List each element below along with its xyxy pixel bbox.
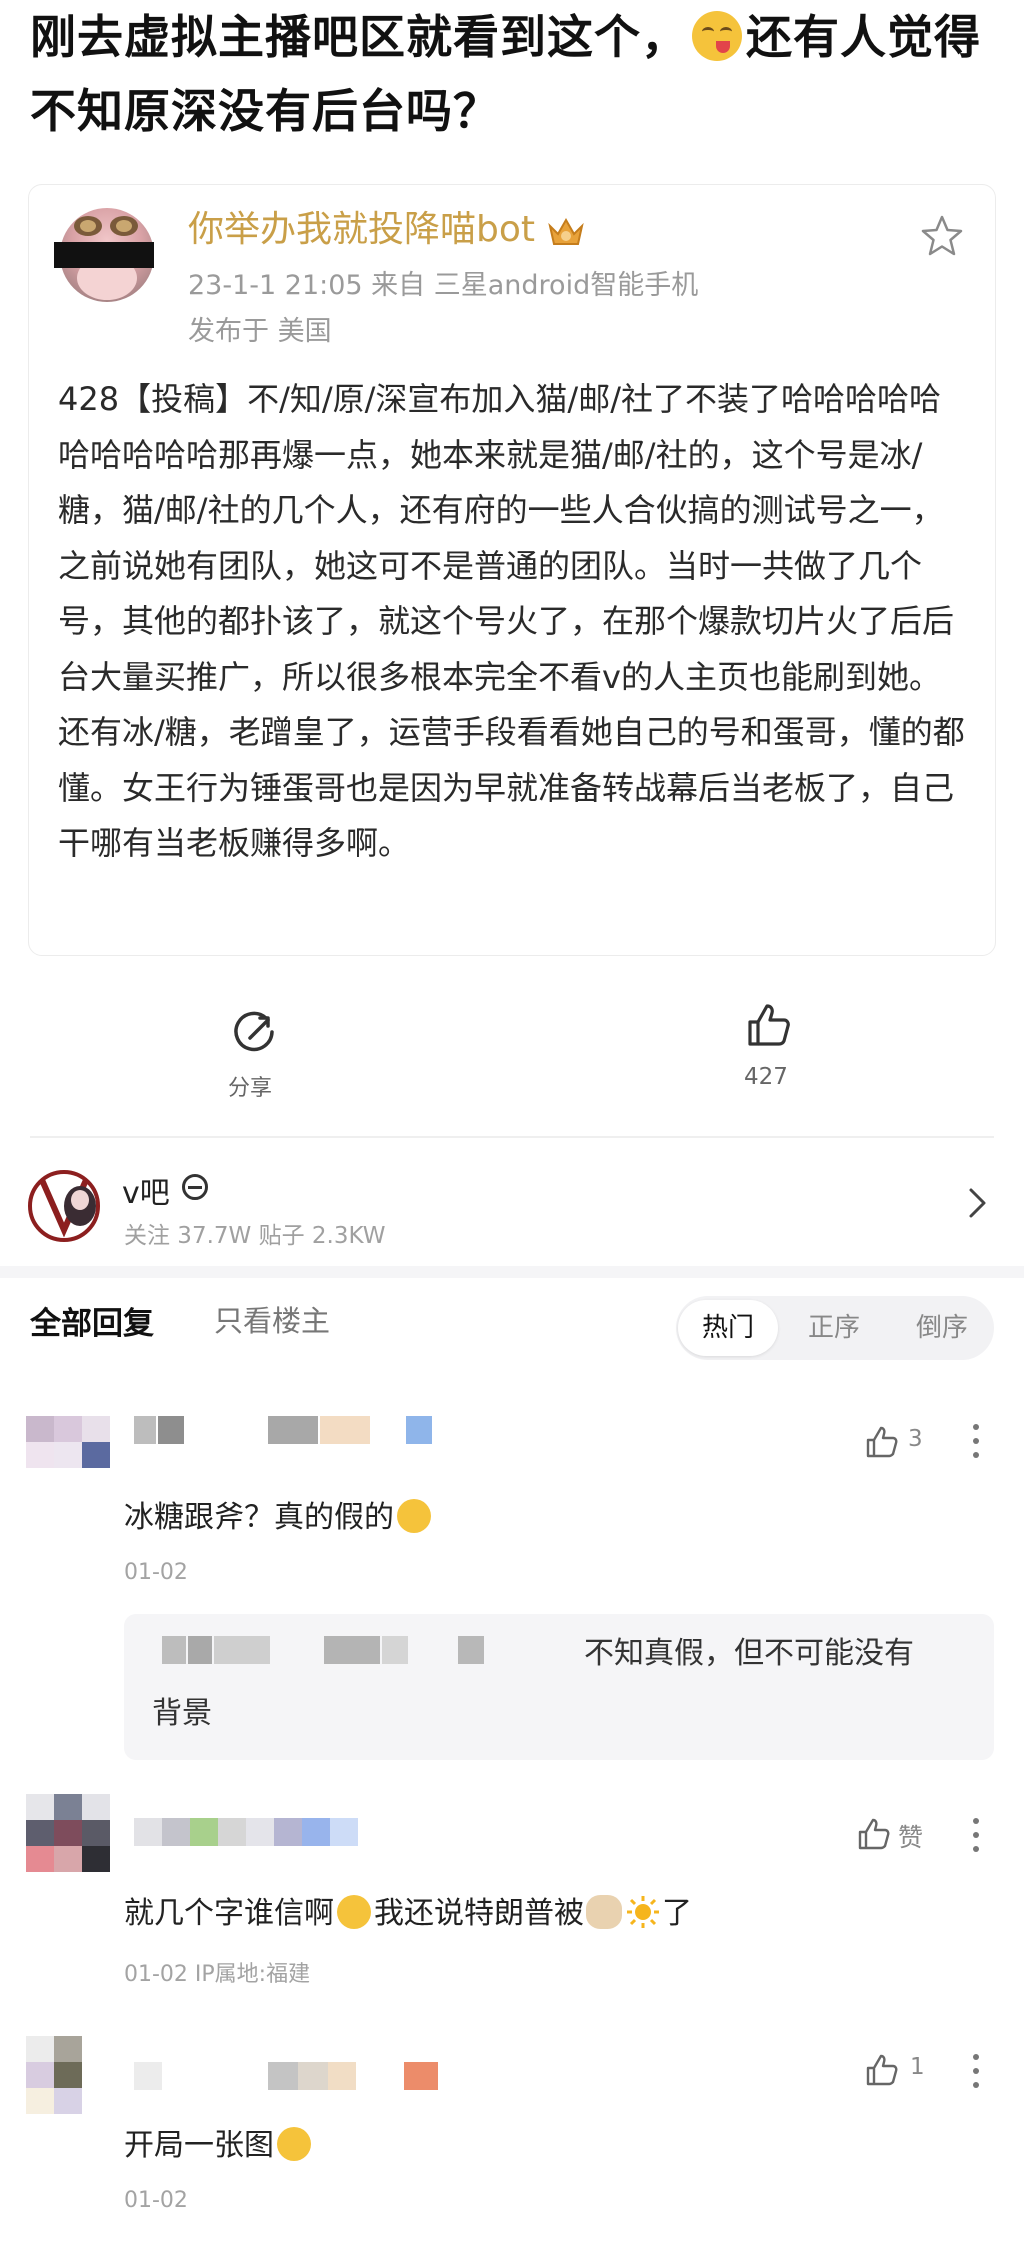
crown-badge-icon	[548, 217, 584, 245]
sort-asc-button[interactable]: 正序	[808, 1300, 860, 1356]
forum-stats: 关注 37.7W 贴子 2.3KW	[124, 1223, 386, 1249]
tab-owner-only[interactable]: 只看楼主	[214, 1298, 330, 1340]
post-like-count: 427	[744, 1064, 788, 1090]
sub-reply-text-line1: 不知真假，但不可能没有	[584, 1636, 914, 1671]
headline: 刚去虚拟主播吧区就看到这个， 还有人觉得不知原深没有后台吗？	[30, 0, 1010, 148]
more-vertical-icon[interactable]	[972, 1424, 980, 1460]
chevron-right-icon[interactable]	[966, 1186, 990, 1220]
star-icon[interactable]	[920, 214, 964, 258]
comment-like-label: 赞	[898, 1823, 924, 1852]
comment-like-count: 1	[910, 2054, 925, 2080]
comment-like-icon[interactable]	[856, 1816, 892, 1852]
more-vertical-icon[interactable]	[972, 1818, 980, 1854]
comment-text: 冰糖跟斧？真的假的	[124, 1496, 434, 1540]
section-divider	[0, 1266, 1024, 1278]
commenter-name-blurred[interactable]	[134, 2062, 454, 2092]
thumbs-up-icon[interactable]	[744, 1000, 794, 1050]
comment-text: 就几个字谁信啊 我还说特朗普被了	[124, 1895, 692, 1931]
comment-avatar[interactable]	[26, 2036, 82, 2114]
comment-avatar[interactable]	[26, 1794, 110, 1872]
yum-emoji-icon	[692, 11, 742, 61]
tab-all-replies[interactable]: 全部回复	[30, 1298, 154, 1343]
author-name[interactable]: 你举办我就投降喵bot	[188, 204, 535, 256]
comment-like-icon[interactable]	[864, 1424, 900, 1460]
dog-emoji-icon	[586, 1895, 622, 1929]
sort-hot-button[interactable]: 热门	[678, 1300, 778, 1356]
sub-reply-text-line2: 背景	[152, 1696, 212, 1731]
censor-bar	[54, 242, 154, 268]
comment-avatar[interactable]	[26, 1416, 110, 1468]
thinking-emoji-icon	[337, 1895, 371, 1929]
post-location: 发布于 美国	[188, 316, 332, 347]
sun-emoji-icon	[627, 1896, 659, 1928]
sweat-smile-emoji-icon	[277, 2127, 311, 2161]
comment-date: 01-02	[124, 1560, 188, 1585]
headline-part1: 刚去虚拟主播吧区就看到这个，	[30, 10, 688, 64]
post-body: 428【投稿】不/知/原/深宣布加入猫/邮/社了不装了哈哈哈哈哈哈哈哈哈哈那再爆…	[58, 380, 965, 862]
post-time-device: 23-1-1 21:05 来自 三星android智能手机	[188, 270, 699, 301]
comment-date: 01-02 IP属地:福建	[124, 1962, 311, 1987]
comment-like-count: 3	[908, 1426, 923, 1452]
thinking-emoji-icon	[397, 1499, 431, 1533]
comment-text: 开局一张图	[124, 2124, 314, 2168]
more-vertical-icon[interactable]	[972, 2054, 980, 2090]
share-icon[interactable]	[230, 1008, 278, 1056]
forum-badge-icon	[182, 1174, 208, 1200]
forum-name[interactable]: v吧	[122, 1168, 170, 1212]
reply-author-blurred[interactable]	[162, 1636, 542, 1666]
comment-like-icon[interactable]	[864, 2052, 900, 2088]
forum-avatar[interactable]	[28, 1166, 108, 1246]
sort-desc-button[interactable]: 倒序	[916, 1300, 968, 1356]
comment-date: 01-02	[124, 2188, 188, 2213]
commenter-name-blurred[interactable]	[134, 1416, 434, 1446]
commenter-name-blurred[interactable]	[134, 1818, 374, 1848]
divider	[30, 1136, 994, 1138]
share-label[interactable]: 分享	[228, 1070, 272, 1102]
